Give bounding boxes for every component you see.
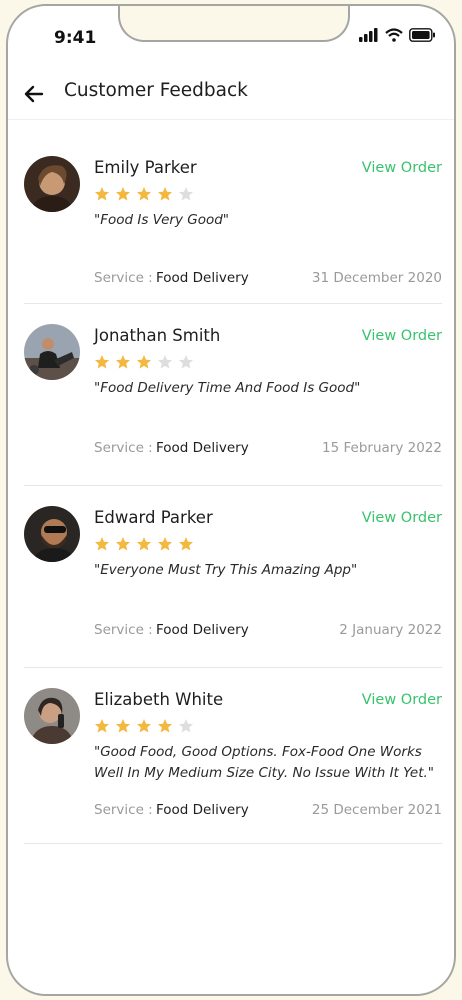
star-filled-icon: [157, 186, 173, 202]
review-comment: "Food Delivery Time And Food Is Good": [94, 380, 361, 396]
review-date: 2 January 2022: [339, 622, 442, 638]
star-filled-icon: [178, 536, 194, 552]
star-filled-icon: [157, 536, 173, 552]
service-value: Food Delivery: [156, 802, 249, 818]
star-filled-icon: [94, 186, 110, 202]
avatar: [24, 156, 80, 212]
star-rating: [94, 354, 194, 370]
star-empty-icon: [178, 354, 194, 370]
customer-name: Elizabeth White: [94, 690, 224, 709]
app-header: Customer Feedback: [8, 70, 454, 120]
review-comment: "Everyone Must Try This Amazing App": [94, 562, 358, 578]
avatar: [24, 506, 80, 562]
service-label: Service :: [94, 440, 153, 456]
customer-name: Emily Parker: [94, 158, 197, 177]
feedback-list: Emily Parker View Order "Food Is Very Go…: [8, 152, 454, 844]
review-comment: "Good Food, Good Options. Fox-Food One W…: [94, 744, 434, 781]
view-order-link[interactable]: View Order: [362, 510, 442, 526]
feedback-card: Emily Parker View Order "Food Is Very Go…: [24, 152, 442, 304]
status-icons: [359, 28, 436, 42]
star-filled-icon: [94, 718, 110, 734]
status-time: 9:41: [54, 28, 97, 48]
star-rating: [94, 536, 194, 552]
view-order-link[interactable]: View Order: [362, 160, 442, 176]
view-order-link[interactable]: View Order: [362, 692, 442, 708]
star-filled-icon: [115, 536, 131, 552]
star-filled-icon: [94, 536, 110, 552]
review-date: 25 December 2021: [311, 802, 442, 818]
star-filled-icon: [115, 186, 131, 202]
view-order-link[interactable]: View Order: [362, 328, 442, 344]
signal-icon: [359, 28, 379, 42]
star-filled-icon: [136, 186, 152, 202]
review-date: 31 December 2020: [311, 270, 442, 286]
customer-name: Jonathan Smith: [94, 326, 221, 345]
service-label: Service :: [94, 802, 153, 818]
wifi-icon: [385, 28, 403, 42]
page-title: Customer Feedback: [64, 80, 248, 101]
star-filled-icon: [157, 718, 173, 734]
arrow-left-icon[interactable]: [22, 82, 46, 106]
avatar: [24, 324, 80, 380]
review-comment: "Food Is Very Good": [94, 212, 229, 228]
star-rating: [94, 186, 194, 202]
star-empty-icon: [157, 354, 173, 370]
phone-frame: 9:41 Customer Feedback Emily Parker View…: [6, 4, 456, 996]
star-filled-icon: [136, 718, 152, 734]
feedback-card: Elizabeth White View Order "Good Food, G…: [24, 684, 442, 844]
phone-notch: [118, 6, 350, 42]
customer-name: Edward Parker: [94, 508, 213, 527]
star-filled-icon: [136, 354, 152, 370]
star-empty-icon: [178, 186, 194, 202]
star-filled-icon: [115, 718, 131, 734]
review-date: 15 February 2022: [322, 440, 442, 456]
star-filled-icon: [136, 536, 152, 552]
avatar: [24, 688, 80, 744]
star-empty-icon: [178, 718, 194, 734]
service-value: Food Delivery: [156, 270, 249, 286]
feedback-card: Jonathan Smith View Order "Food Delivery…: [24, 320, 442, 486]
star-filled-icon: [94, 354, 110, 370]
star-rating: [94, 718, 194, 734]
service-label: Service :: [94, 270, 153, 286]
service-value: Food Delivery: [156, 622, 249, 638]
battery-icon: [409, 28, 436, 42]
feedback-card: Edward Parker View Order "Everyone Must …: [24, 502, 442, 668]
service-value: Food Delivery: [156, 440, 249, 456]
star-filled-icon: [115, 354, 131, 370]
service-label: Service :: [94, 622, 153, 638]
